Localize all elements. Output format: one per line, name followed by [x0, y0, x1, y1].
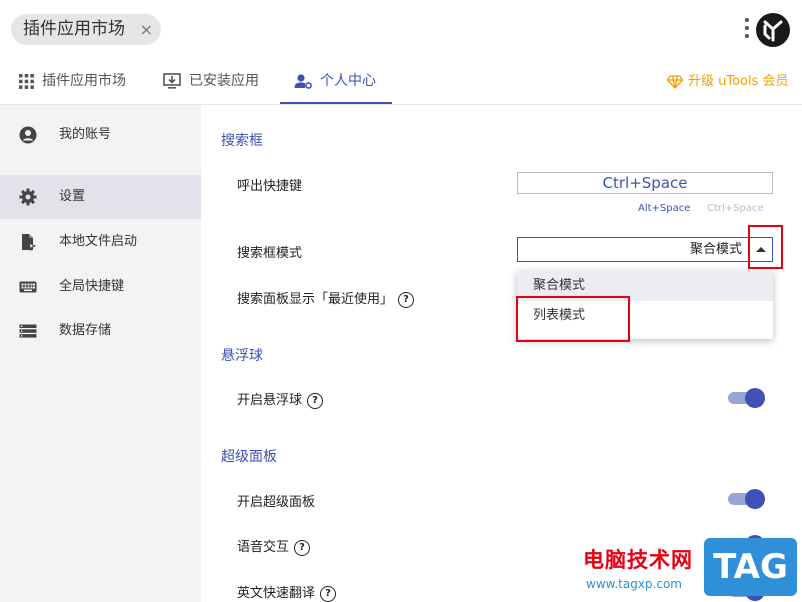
sidebar-item-label: 我的账号 — [59, 127, 112, 142]
help-icon[interactable]: ? — [307, 392, 324, 409]
settings-panel: 搜索框 呼出快捷键 Ctrl+Space Alt+Space Ctrl+Spac… — [201, 105, 802, 602]
translate-label: 英文快速翻译 — [237, 586, 316, 601]
highlight-box-list-mode — [516, 296, 630, 342]
tab-installed[interactable]: 已安装应用 — [163, 60, 259, 104]
watermark-url: www.tagxp.com — [586, 577, 682, 591]
translate-row: 英文快速翻译? — [237, 582, 337, 602]
section-title-floating-ball: 悬浮球 — [221, 348, 263, 364]
tab-label: 插件应用市场 — [42, 73, 126, 89]
watermark-badge: TAG — [704, 538, 797, 596]
sidebar-item-global-hotkeys[interactable]: 全局快捷键 — [0, 265, 201, 309]
tab-plugin-market[interactable]: 插件应用市场 — [19, 60, 126, 104]
file-launch-icon — [22, 234, 37, 251]
voice-row: 语音交互? — [237, 536, 311, 556]
hotkey-option-ctrl-space[interactable]: Ctrl+Space — [707, 203, 764, 214]
search-mode-label: 搜索框模式 — [237, 246, 303, 261]
floating-ball-row: 开启悬浮球? — [237, 389, 324, 409]
account-circle-icon — [19, 126, 37, 144]
utools-logo — [756, 13, 790, 47]
upgrade-link[interactable]: 升级 uTools 会员 — [666, 60, 789, 104]
app-chip[interactable]: 插件应用市场 × — [11, 14, 161, 45]
sidebar: 我的账号 设置 本地文件启动 全局快捷键 数据存储 — [0, 105, 201, 602]
recent-used-row: 搜索面板显示「最近使用」? — [237, 288, 415, 308]
super-panel-label: 开启超级面板 — [237, 495, 316, 510]
app-chip-label: 插件应用市场 — [23, 19, 125, 39]
more-menu-icon[interactable] — [745, 18, 750, 42]
diamond-icon — [666, 74, 684, 89]
sidebar-item-account[interactable]: 我的账号 — [0, 113, 201, 157]
storage-icon — [19, 324, 37, 338]
top-bar: 插件应用市场 × — [0, 0, 802, 60]
grid-icon — [19, 73, 34, 89]
sidebar-item-settings[interactable]: 设置 — [0, 175, 201, 219]
sidebar-item-data-storage[interactable]: 数据存储 — [0, 309, 201, 353]
sidebar-item-label: 设置 — [59, 189, 86, 204]
sidebar-item-local-file-launch[interactable]: 本地文件启动 — [0, 220, 201, 264]
hotkey-input[interactable]: Ctrl+Space — [517, 172, 773, 194]
gear-icon — [19, 188, 37, 206]
sidebar-item-label: 本地文件启动 — [59, 234, 138, 249]
floating-ball-label: 开启悬浮球 — [237, 393, 303, 408]
search-mode-value: 聚合模式 — [689, 242, 742, 257]
hotkey-option-alt-space[interactable]: Alt+Space — [638, 203, 690, 214]
super-panel-toggle[interactable] — [728, 489, 765, 509]
hotkey-label: 呼出快捷键 — [237, 179, 303, 194]
sidebar-item-label: 全局快捷键 — [59, 279, 125, 294]
option-label: 聚合模式 — [533, 278, 586, 293]
tab-label: 个人中心 — [320, 73, 376, 89]
user-settings-icon — [294, 74, 312, 89]
help-icon[interactable]: ? — [320, 585, 337, 602]
search-mode-select[interactable]: 聚合模式 — [517, 237, 773, 262]
section-title-search-box: 搜索框 — [221, 133, 263, 149]
highlight-box-caret — [748, 225, 783, 269]
upgrade-label: 升级 uTools 会员 — [688, 74, 789, 89]
recent-used-label: 搜索面板显示「最近使用」 — [237, 292, 394, 307]
tab-personal-center[interactable]: 个人中心 — [280, 60, 392, 104]
section-title-super-panel: 超级面板 — [221, 449, 277, 465]
keyboard-icon — [19, 281, 37, 293]
close-icon[interactable]: × — [140, 14, 153, 45]
help-icon[interactable]: ? — [398, 291, 415, 308]
help-icon[interactable]: ? — [294, 539, 311, 556]
watermark-site-name: 电脑技术网 — [583, 548, 693, 572]
sidebar-item-label: 数据存储 — [59, 323, 112, 338]
voice-label: 语音交互 — [237, 540, 290, 555]
tab-label: 已安装应用 — [189, 73, 259, 89]
floating-ball-toggle[interactable] — [728, 388, 765, 408]
install-icon — [163, 73, 181, 89]
